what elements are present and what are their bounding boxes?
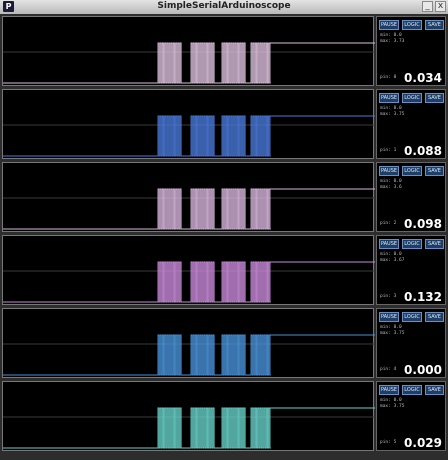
current-value: 0.132 — [404, 290, 442, 304]
max-stat: max: 3.73 — [380, 39, 405, 44]
current-value: 0.000 — [404, 363, 442, 377]
pause-button[interactable]: PAUSE — [379, 385, 399, 395]
close-button[interactable]: x — [435, 1, 446, 12]
min-stat: min: 0.0 — [380, 398, 402, 403]
channel-0: PAUSE LOGIC SAVE min: 0.0 max: 3.73 pin: 0 0.0… — [2, 16, 446, 88]
pause-button[interactable]: PAUSE — [379, 312, 399, 322]
channel-panel: PAUSE LOGIC SAVE min: 0.0 max: 3.67 pin: 3 0.1… — [376, 235, 446, 305]
channel-panel: PAUSE LOGIC SAVE min: 0.0 max: 3.73 pin: 0 0.0… — [376, 16, 446, 86]
waveform-plot — [2, 16, 375, 86]
waveform-svg — [3, 115, 375, 157]
channel-4: PAUSE LOGIC SAVE min: 0.0 max: 3.75 pin: 4 0.0… — [2, 308, 446, 380]
min-stat: min: 0.0 — [380, 106, 402, 111]
pin-label: pin: 0 — [380, 75, 397, 80]
save-button[interactable]: SAVE — [425, 93, 444, 103]
waveform-svg — [3, 334, 375, 376]
max-stat: max: 3.75 — [380, 404, 405, 409]
pause-button[interactable]: PAUSE — [379, 166, 399, 176]
logic-button[interactable]: LOGIC — [402, 20, 422, 30]
min-stat: min: 0.0 — [380, 33, 402, 38]
channel-panel: PAUSE LOGIC SAVE min: 0.0 max: 3.75 pin: 1 0.0… — [376, 89, 446, 159]
waveform-plot — [2, 381, 375, 451]
channel-5: PAUSE LOGIC SAVE min: 0.0 max: 3.75 pin: 5 0.0… — [2, 381, 446, 453]
pause-button[interactable]: PAUSE — [379, 239, 399, 249]
pin-label: pin: 1 — [380, 148, 397, 153]
current-value: 0.029 — [404, 436, 442, 450]
save-button[interactable]: SAVE — [425, 20, 444, 30]
current-value: 0.098 — [404, 217, 442, 231]
logic-button[interactable]: LOGIC — [402, 385, 422, 395]
signal-trace — [3, 42, 375, 84]
signal-trace — [3, 188, 375, 230]
waveform-plot — [2, 235, 375, 305]
pin-label: pin: 4 — [380, 367, 397, 372]
signal-trace — [3, 334, 375, 376]
waveform-plot — [2, 89, 375, 159]
min-stat: min: 0.0 — [380, 325, 402, 330]
logic-button[interactable]: LOGIC — [402, 166, 422, 176]
logic-button[interactable]: LOGIC — [402, 312, 422, 322]
pause-button[interactable]: PAUSE — [379, 93, 399, 103]
max-stat: max: 3.75 — [380, 112, 405, 117]
waveform-plot — [2, 308, 375, 378]
signal-trace — [3, 407, 375, 449]
title-bar: P SimpleSerialArduinoscope _ x — [0, 0, 448, 15]
channel-3: PAUSE LOGIC SAVE min: 0.0 max: 3.67 pin: 3 0.1… — [2, 235, 446, 307]
waveform-svg — [3, 188, 375, 230]
minimize-button[interactable]: _ — [422, 1, 433, 12]
channel-panel: PAUSE LOGIC SAVE min: 0.0 max: 3.75 pin: 4 0.0… — [376, 308, 446, 378]
save-button[interactable]: SAVE — [425, 385, 444, 395]
window-title: SimpleSerialArduinoscope — [157, 1, 291, 11]
waveform-svg — [3, 42, 375, 84]
save-button[interactable]: SAVE — [425, 166, 444, 176]
current-value: 0.088 — [404, 144, 442, 158]
save-button[interactable]: SAVE — [425, 312, 444, 322]
current-value: 0.034 — [404, 71, 442, 85]
waveform-svg — [3, 261, 375, 303]
min-stat: min: 0.0 — [380, 252, 402, 257]
max-stat: max: 3.67 — [380, 258, 405, 263]
pin-label: pin: 3 — [380, 294, 397, 299]
channel-1: PAUSE LOGIC SAVE min: 0.0 max: 3.75 pin: 1 0.0… — [2, 89, 446, 161]
max-stat: max: 3.75 — [380, 331, 405, 336]
pin-label: pin: 5 — [380, 440, 397, 445]
signal-trace — [3, 261, 375, 303]
logic-button[interactable]: LOGIC — [402, 93, 422, 103]
signal-trace — [3, 115, 375, 157]
scope-frame: PAUSE LOGIC SAVE min: 0.0 max: 3.73 pin: 0 0.0… — [0, 14, 448, 460]
min-stat: min: 0.0 — [380, 179, 402, 184]
channel-panel: PAUSE LOGIC SAVE min: 0.0 max: 3.6 pin: 2 0.09… — [376, 162, 446, 232]
pin-label: pin: 2 — [380, 221, 397, 226]
max-stat: max: 3.6 — [380, 185, 402, 190]
waveform-svg — [3, 407, 375, 449]
channel-2: PAUSE LOGIC SAVE min: 0.0 max: 3.6 pin: 2 0.09… — [2, 162, 446, 234]
waveform-plot — [2, 162, 375, 232]
pause-button[interactable]: PAUSE — [379, 20, 399, 30]
save-button[interactable]: SAVE — [425, 239, 444, 249]
channel-panel: PAUSE LOGIC SAVE min: 0.0 max: 3.75 pin: 5 0.0… — [376, 381, 446, 451]
logic-button[interactable]: LOGIC — [402, 239, 422, 249]
